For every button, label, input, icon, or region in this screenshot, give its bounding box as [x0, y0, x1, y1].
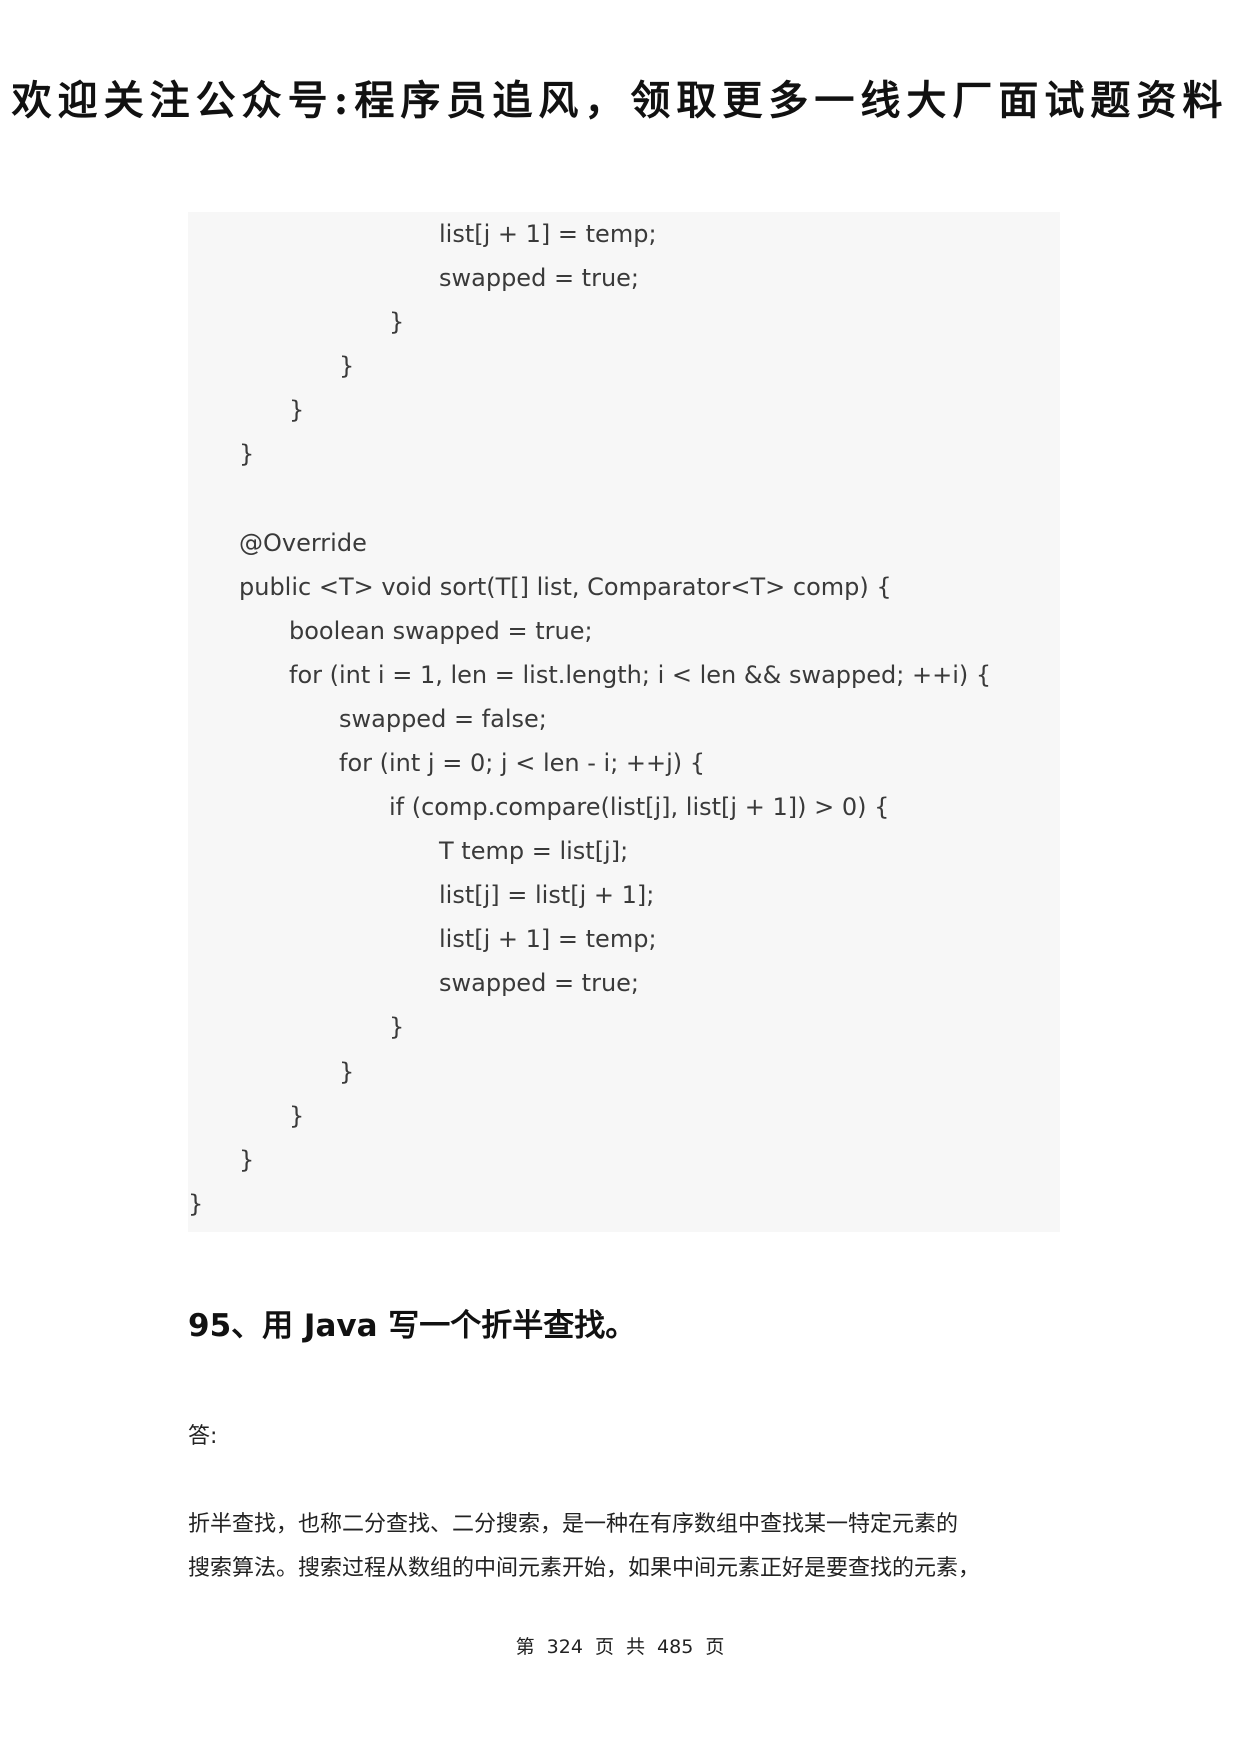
code-line: } [239, 1146, 255, 1174]
code-line: T temp = list[j]; [439, 837, 629, 865]
code-line: } [188, 1190, 204, 1218]
code-line: } [389, 308, 405, 336]
page-number: 第 324 页 共 485 页 [515, 1636, 725, 1658]
paragraph-line: 搜索算法。搜索过程从数组的中间元素开始，如果中间元素正好是要查找的元素， [188, 1556, 981, 1581]
code-line: list[j + 1] = temp; [439, 925, 657, 953]
code-line: list[j + 1] = temp; [439, 220, 657, 248]
code-line: } [289, 396, 305, 424]
code-line: boolean swapped = true; [289, 617, 593, 645]
code-line: swapped = true; [439, 264, 640, 292]
code-line: swapped = false; [339, 705, 547, 733]
section-heading: 95、用 Java 写一个折半查找。 [188, 1308, 637, 1344]
code-line: public <T> void sort(T[] list, Comparato… [239, 573, 892, 601]
code-line: if (comp.compare(list[j], list[j + 1]) >… [389, 793, 890, 821]
code-block: list[j + 1] = temp; swapped = true; } } … [188, 212, 1060, 1232]
code-line: } [339, 352, 355, 380]
code-line: } [389, 1013, 405, 1041]
code-line: list[j] = list[j + 1]; [439, 881, 655, 909]
code-line: for (int j = 0; j < len - i; ++j) { [339, 749, 706, 777]
code-line: @Override [239, 529, 367, 557]
code-line: for (int i = 1, len = list.length; i < l… [289, 661, 992, 689]
answer-label: 答: [188, 1424, 218, 1449]
paragraph-line: 折半查找，也称二分查找、二分搜索，是一种在有序数组中查找某一特定元素的 [188, 1512, 959, 1537]
code-line: } [289, 1102, 305, 1130]
code-line: } [339, 1058, 355, 1086]
code-line: swapped = true; [439, 969, 640, 997]
header-banner: 欢迎关注公众号:程序员追风，领取更多一线大厂面试题资料 [11, 77, 1229, 124]
code-line: } [239, 440, 255, 468]
